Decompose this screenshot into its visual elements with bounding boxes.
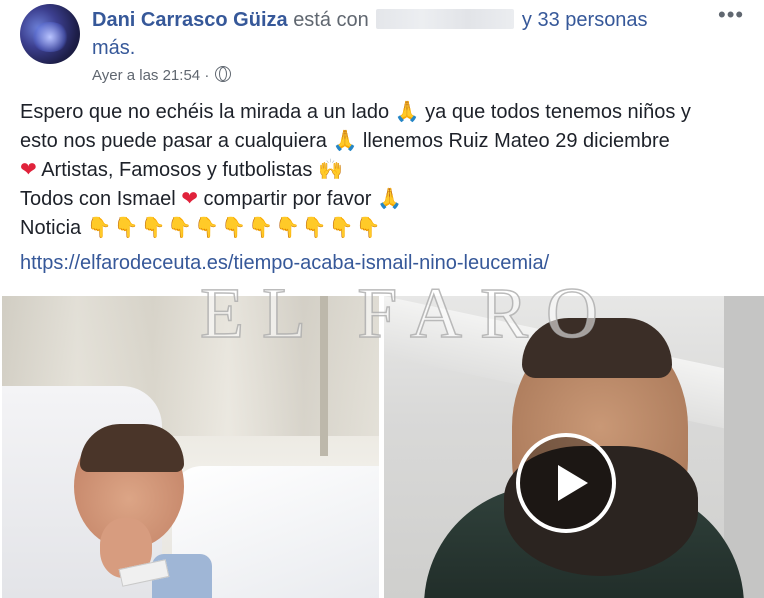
more-options-button[interactable]: •••	[718, 4, 744, 26]
post-timestamp-row: Ayer a las 21:54 ·	[92, 66, 232, 84]
post-body-line-2: esto nos puede pasar a cualquiera 🙏 llen…	[20, 127, 750, 156]
with-text: está con	[293, 9, 369, 31]
post-body-line-5: Noticia 👇👇👇👇👇👇👇👇👇👇👇	[20, 214, 750, 243]
heart-emoji: ❤	[20, 159, 37, 181]
post-body: Espero que no echéis la mirada a un lado…	[20, 98, 750, 243]
globe-icon[interactable]	[215, 66, 232, 82]
post-body-line-1: Espero que no echéis la mirada a un lado…	[20, 98, 750, 127]
raised-hands-emoji: 🙌	[317, 159, 343, 181]
author-name[interactable]: Dani Carrasco Güiza	[92, 9, 288, 31]
timestamp-separator: ·	[204, 67, 210, 84]
facebook-post: Dani Carrasco Güiza está con y 33 person…	[0, 0, 764, 598]
pray-emoji: 🙏	[394, 101, 420, 123]
point-down-emoji-row: 👇👇👇👇👇👇👇👇👇👇👇	[86, 217, 383, 239]
tagged-people-link[interactable]: y 33 personas	[522, 9, 648, 31]
blurred-tagged-name	[376, 9, 515, 29]
author-avatar[interactable]	[20, 4, 80, 64]
el-faro-watermark: EL FARO	[199, 272, 617, 354]
video-play-icon[interactable]	[516, 433, 616, 533]
tagged-people-link-cont[interactable]: más.	[92, 37, 135, 59]
post-body-line-4: Todos con Ismael ❤ compartir por favor 🙏	[20, 185, 750, 214]
pray-emoji: 🙏	[376, 188, 402, 210]
post-body-line-3: ❤ Artistas, Famosos y futbolistas 🙌	[20, 156, 750, 185]
pray-emoji: 🙏	[332, 130, 358, 152]
heart-emoji: ❤	[181, 188, 198, 210]
post-header: Dani Carrasco Güiza está con y 33 person…	[92, 6, 702, 62]
post-timestamp[interactable]: Ayer a las 21:54	[92, 67, 200, 84]
